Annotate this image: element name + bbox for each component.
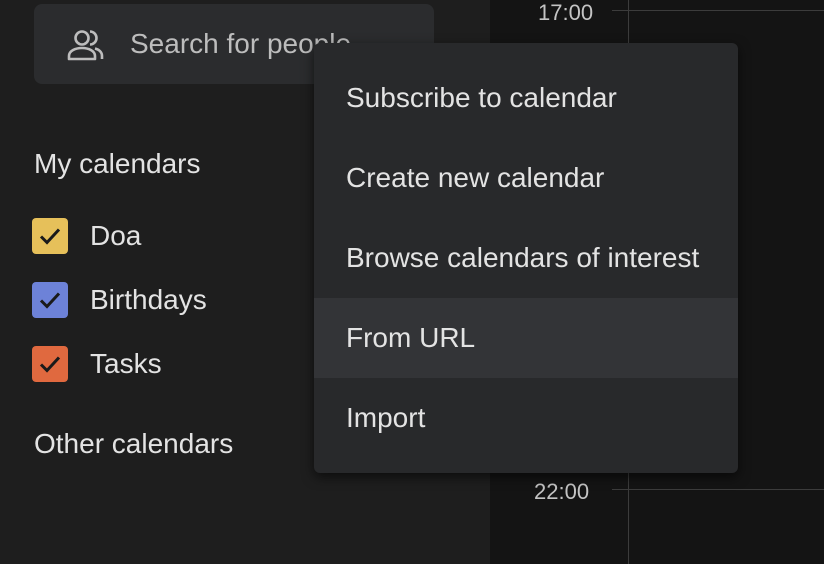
hour-gridline — [612, 10, 824, 11]
time-label-17: 17:00 — [538, 0, 594, 25]
menu-item-browse-interest[interactable]: Browse calendars of interest — [314, 218, 738, 298]
calendar-item-label: Doa — [90, 220, 142, 251]
my-calendars-heading[interactable]: My calendars — [34, 148, 201, 180]
hour-gridline — [612, 489, 824, 490]
check-icon — [39, 292, 61, 309]
calendar-checkbox[interactable] — [32, 282, 68, 318]
calendar-checkbox[interactable] — [32, 218, 68, 254]
calendar-checkbox[interactable] — [32, 346, 68, 382]
menu-item-import[interactable]: Import — [314, 378, 738, 458]
menu-item-from-url[interactable]: From URL — [314, 298, 738, 378]
calendar-item-tasks[interactable]: Tasks — [32, 344, 162, 384]
check-icon — [39, 228, 61, 245]
add-calendar-menu: Subscribe to calendar Create new calenda… — [314, 43, 738, 473]
calendar-item-label: Birthdays — [90, 284, 207, 315]
other-calendars-heading[interactable]: Other calendars — [34, 428, 233, 460]
menu-item-create-new[interactable]: Create new calendar — [314, 138, 738, 218]
calendar-item-birthdays[interactable]: Birthdays — [32, 280, 207, 320]
time-label-22: 22:00 — [534, 479, 590, 504]
menu-item-subscribe[interactable]: Subscribe to calendar — [314, 58, 738, 138]
calendar-item-label: Tasks — [90, 348, 162, 379]
check-icon — [39, 356, 61, 373]
calendar-item-doa[interactable]: Doa — [32, 216, 141, 256]
calendar-app: Search for people My calendars Doa Birth… — [0, 0, 824, 564]
people-icon — [66, 28, 106, 64]
